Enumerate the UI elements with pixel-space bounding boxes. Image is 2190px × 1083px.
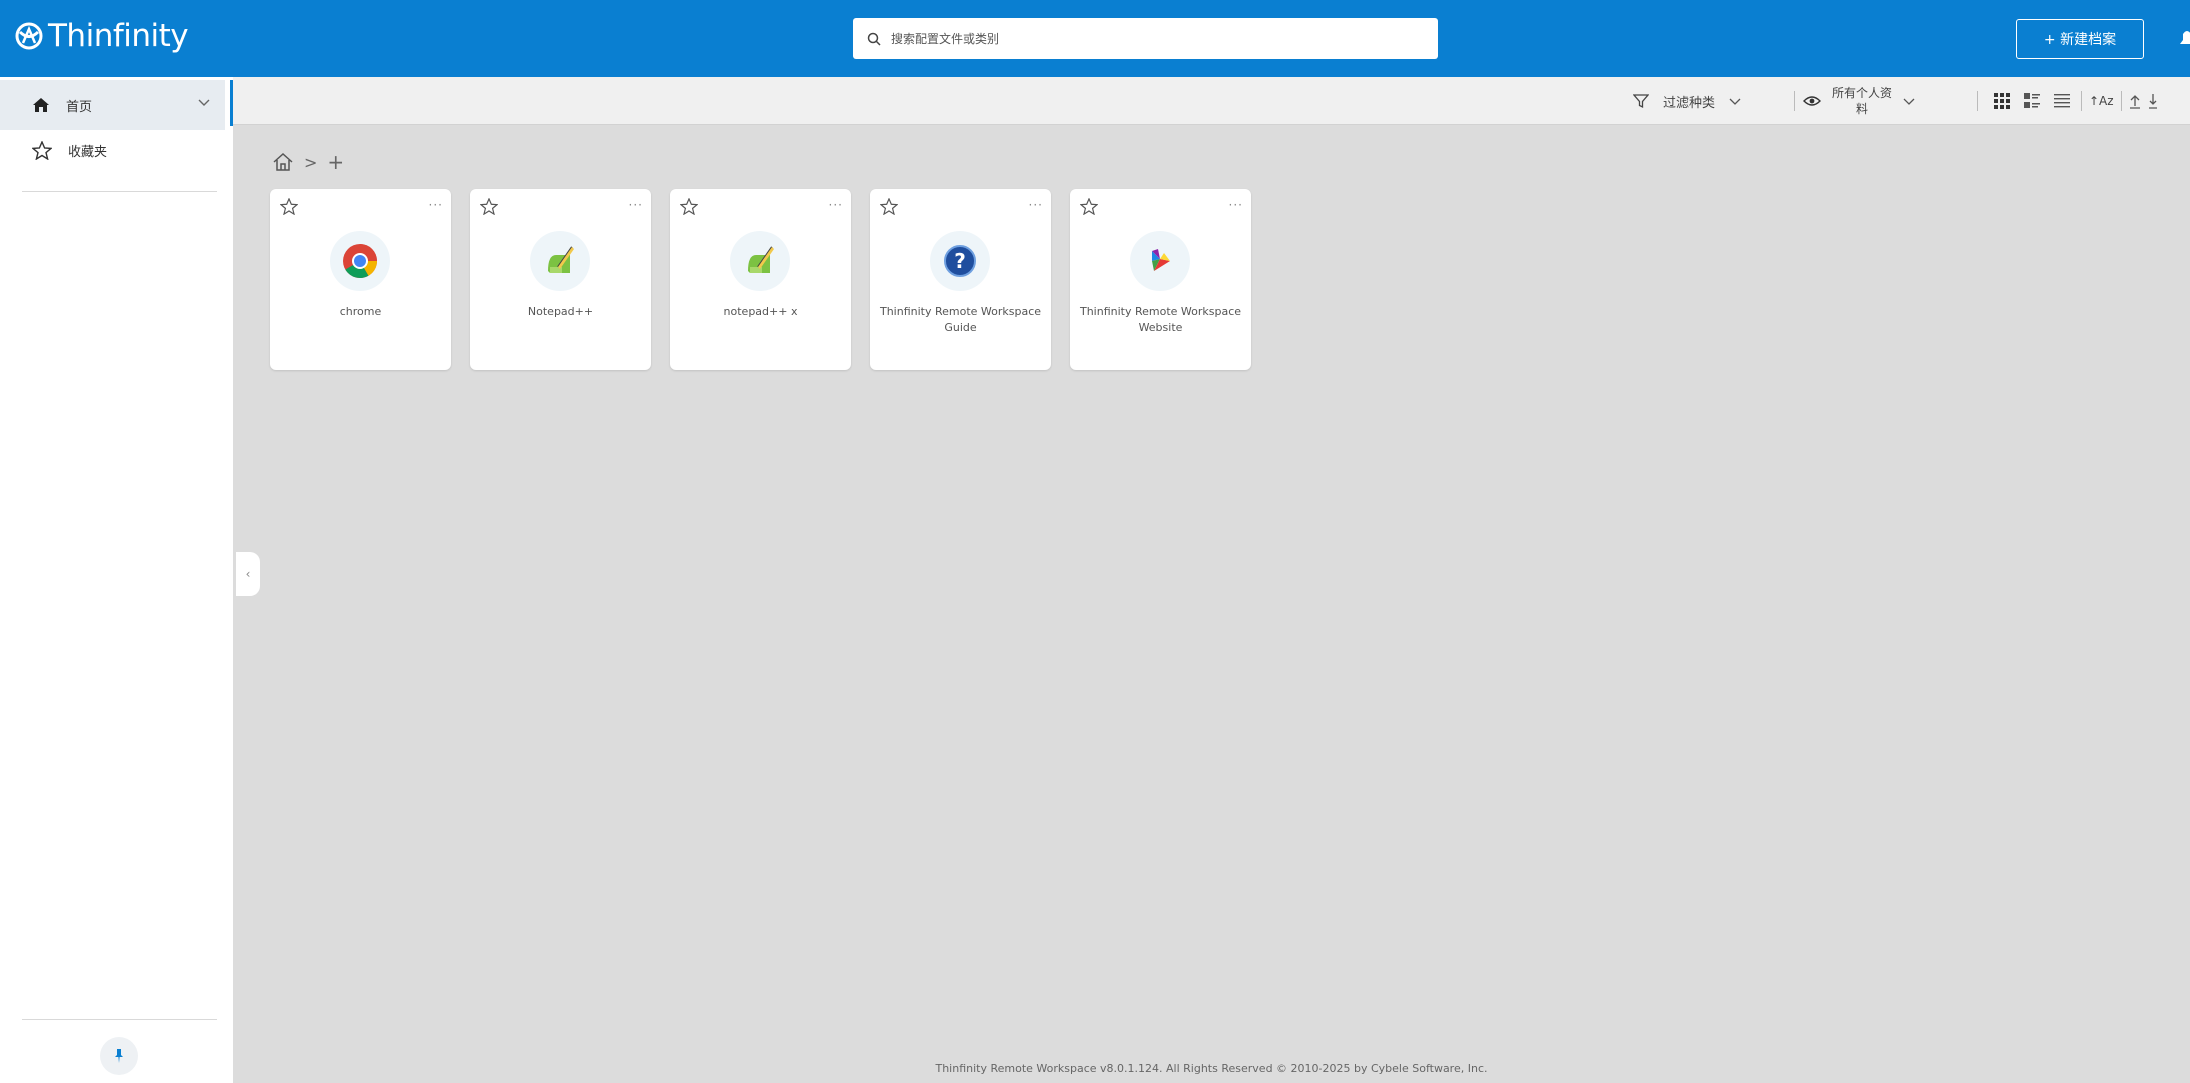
app-card-notepadpp[interactable]: ··· Notepad++ <box>470 189 651 370</box>
toolbar-divider <box>1977 91 1978 111</box>
download-icon <box>2149 94 2157 109</box>
sidebar-item-favorites[interactable]: 收藏夹 <box>0 125 225 175</box>
bell-icon[interactable] <box>2180 26 2190 48</box>
download-button[interactable] <box>2149 77 2157 125</box>
pin-button[interactable] <box>100 1037 138 1075</box>
pin-icon <box>115 1049 123 1063</box>
app-card-label: Thinfinity Remote Workspace Website <box>1079 305 1242 334</box>
profiles-label: 所有个人资料 <box>1831 86 1892 116</box>
notepad-icon <box>730 231 790 291</box>
chrome-icon <box>330 231 390 291</box>
breadcrumb-add-button[interactable]: + <box>327 150 344 174</box>
eye-icon <box>1803 96 1821 106</box>
favorite-star-icon[interactable] <box>679 197 699 219</box>
search-input[interactable]: 搜索配置文件或类别 <box>853 18 1438 59</box>
filter-dropdown[interactable]: 过滤种类 <box>1633 77 1741 125</box>
logo-text: Thinfinity <box>48 18 189 54</box>
sidebar-item-label: 收藏夹 <box>68 144 108 160</box>
more-options-icon[interactable]: ··· <box>1229 198 1243 212</box>
favorite-star-icon[interactable] <box>279 197 299 219</box>
app-card-notepadpp-x[interactable]: ··· notepad++ x <box>670 189 851 370</box>
profiles-dropdown[interactable]: 所有个人资料 <box>1803 77 1915 125</box>
sidebar-divider <box>22 1019 217 1020</box>
upload-icon <box>2130 95 2140 109</box>
chevron-down-icon <box>1729 98 1741 105</box>
grid-view-icon <box>1994 93 2010 109</box>
more-options-icon[interactable]: ··· <box>429 198 443 212</box>
favorite-star-icon[interactable] <box>1079 197 1099 219</box>
filter-label: 过滤种类 <box>1663 95 1716 111</box>
favorite-star-icon[interactable] <box>479 197 499 219</box>
search-placeholder: 搜索配置文件或类别 <box>891 32 1000 46</box>
sidebar-item-label: 首页 <box>66 99 93 115</box>
upload-button[interactable] <box>2129 77 2141 125</box>
favorite-star-icon[interactable] <box>879 197 899 219</box>
svg-text:?: ? <box>954 249 966 273</box>
thinfinity-logo-icon <box>15 22 43 50</box>
app-card-label: Thinfinity Remote Workspace Guide <box>879 305 1042 334</box>
sidebar-item-home[interactable]: 首页 <box>0 80 225 130</box>
more-options-icon[interactable]: ··· <box>629 198 643 212</box>
toolbar: 过滤种类 所有个人资料 ↑Az <box>233 77 2190 125</box>
app-card-website[interactable]: ··· Thinfinity Remote Workspace Website <box>1070 189 1251 370</box>
logo[interactable]: Thinfinity <box>14 18 189 54</box>
app-card-label: Notepad++ <box>527 305 594 318</box>
toolbar-divider <box>2121 91 2122 111</box>
home-outline-icon[interactable] <box>272 152 294 172</box>
sidebar: 首页 收藏夹 <box>0 77 233 1083</box>
sort-az-button[interactable]: ↑Az <box>2089 77 2114 125</box>
sidebar-divider <box>22 191 217 192</box>
app-card-guide[interactable]: ··· ? Thinfinity Remote Workspace Guide <box>870 189 1051 370</box>
top-bar: Thinfinity 搜索配置文件或类别 + 新建档案 <box>0 0 2190 77</box>
tile-view-icon <box>2024 93 2040 108</box>
tile-view-button[interactable] <box>2023 77 2041 125</box>
app-card-chrome[interactable]: ··· chrome <box>270 189 451 370</box>
sidebar-collapse-button[interactable]: ‹ <box>236 552 260 596</box>
breadcrumb-separator: > <box>304 152 318 172</box>
notepad-icon <box>530 231 590 291</box>
app-card-label: chrome <box>339 305 382 318</box>
chevron-left-icon: ‹ <box>245 567 251 581</box>
help-icon: ? <box>930 231 990 291</box>
home-icon <box>32 97 50 113</box>
search-icon <box>867 32 881 46</box>
thinfinity-logo-icon <box>1130 231 1190 291</box>
grid-view-button[interactable] <box>1993 77 2011 125</box>
toolbar-divider <box>2081 91 2082 111</box>
list-view-icon <box>2054 94 2070 108</box>
more-options-icon[interactable]: ··· <box>829 198 843 212</box>
star-icon <box>32 140 52 160</box>
more-options-icon[interactable]: ··· <box>1029 198 1043 212</box>
app-card-label: notepad++ x <box>723 305 798 318</box>
chevron-down-icon <box>1903 98 1915 105</box>
breadcrumb: > + <box>272 150 344 174</box>
list-view-button[interactable] <box>2053 77 2071 125</box>
footer-copyright: Thinfinity Remote Workspace v8.0.1.124. … <box>935 1062 1488 1075</box>
toolbar-divider <box>1794 91 1795 111</box>
chevron-down-icon[interactable] <box>197 96 211 111</box>
filter-icon <box>1633 94 1649 109</box>
new-profile-button[interactable]: + 新建档案 <box>2016 19 2144 59</box>
